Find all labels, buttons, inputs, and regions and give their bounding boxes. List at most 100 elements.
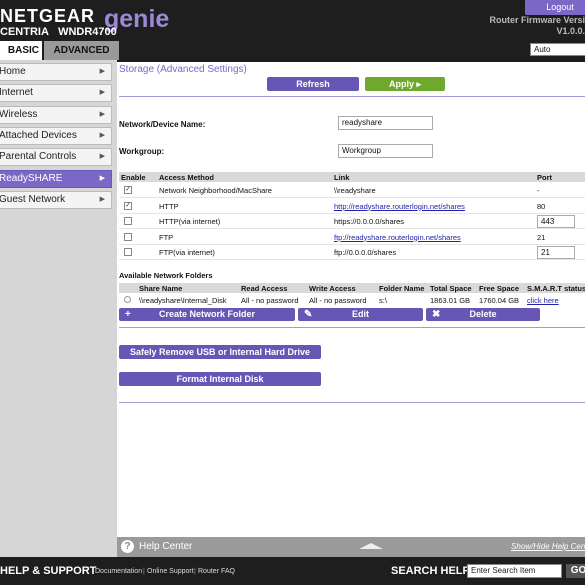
chevron-right-icon: ▶ [99, 174, 105, 182]
table-row: ✓ Network Neighborhood/MacShare \\readysha… [119, 183, 585, 198]
language-select[interactable]: Auto [530, 43, 585, 56]
port-value: 80 [537, 201, 546, 211]
search-go-button[interactable]: GO [566, 564, 585, 578]
table-row: HTTP(via internet) https://0.0.0.0/shares… [119, 214, 585, 229]
smart-status-link[interactable]: click here [527, 296, 559, 305]
help-icon[interactable]: ? [121, 540, 134, 553]
tab-advanced[interactable]: ADVANCED [44, 41, 119, 60]
delete-label: Delete [469, 309, 497, 319]
header-smart-status: S.M.A.R.T status [527, 284, 585, 293]
sidebar-item-label: Guest Network [0, 193, 66, 205]
sidebar-item-readyshare[interactable]: ReadySHARE ▶ [0, 169, 112, 188]
header-port: Port [537, 173, 552, 182]
firmware-label: Router Firmware Versi [489, 15, 585, 25]
separator: | [194, 568, 196, 575]
access-link: https://0.0.0.0/shares [334, 217, 405, 226]
delete-button[interactable]: ✖ Delete [426, 308, 540, 321]
access-link: ftp://0.0.0.0/shares [334, 248, 397, 257]
access-method-name: HTTP(via internet) [159, 217, 221, 226]
enable-checkbox[interactable] [124, 232, 132, 241]
chevron-up-icon[interactable] [359, 543, 383, 549]
search-help-input[interactable]: Enter Search Item [467, 564, 562, 578]
separator: | [143, 568, 145, 575]
main-content: Storage (Advanced Settings) Refresh Appl… [117, 60, 585, 537]
chevron-right-icon: ▶ [99, 195, 105, 203]
enable-checkbox[interactable] [124, 248, 132, 256]
header-write-access: Write Access [309, 284, 356, 293]
folder-name: s:\ [379, 296, 387, 305]
share-name: \\readyshare\Internal_Disk [139, 296, 227, 305]
header-folder-name: Folder Name [379, 284, 425, 293]
format-disk-button[interactable]: Format Internal Disk [119, 372, 321, 386]
help-support-title: HELP & SUPPORT [0, 565, 97, 577]
help-center-bar[interactable]: ? Help Center Show/Hide Help Cent [117, 537, 585, 557]
sidebar-item-wireless[interactable]: Wireless ▶ [0, 105, 112, 124]
table-row: FTP ftp://readyshare.routerlogin.net/shar… [119, 230, 585, 245]
header: NETGEAR genie CENTRIA WNDR4700 Logout Rou… [0, 0, 585, 62]
divider [119, 402, 585, 403]
free-space: 1760.04 GB [479, 296, 520, 305]
brand-netgear-text: NETGEAR [0, 6, 96, 26]
total-space: 1863.01 GB [430, 296, 471, 305]
device-name-label: Network/Device Name: [119, 120, 206, 129]
documentation-link[interactable]: Documentation [95, 568, 142, 575]
apply-button[interactable]: Apply ▸ [365, 77, 445, 91]
create-folder-label: Create Network Folder [158, 309, 256, 319]
table-row: ✓ HTTP http://readyshare.routerlogin.net/s… [119, 199, 585, 214]
edit-button[interactable]: ✎ Edit [298, 308, 423, 321]
logout-button[interactable]: Logout [525, 0, 585, 15]
model-name: WNDR4700 [58, 26, 117, 38]
netgear-logo: NETGEAR genie [0, 5, 169, 33]
enable-checkbox[interactable]: ✓ [124, 186, 132, 194]
header-share-name: Share Name [139, 284, 183, 293]
access-method-name: HTTP [159, 201, 179, 211]
header-link: Link [334, 173, 350, 182]
show-hide-help-link[interactable]: Show/Hide Help Cent [511, 542, 585, 551]
online-support-link[interactable]: Online Support [147, 568, 194, 575]
sidebar-item-label: Attached Devices [0, 129, 77, 141]
sidebar-item-internet[interactable]: Internet ▶ [0, 84, 112, 103]
create-folder-button[interactable]: + Create Network Folder [119, 308, 295, 321]
chevron-right-icon: ▶ [99, 131, 105, 139]
chevron-right-icon: ▶ [99, 153, 105, 161]
enable-checkbox[interactable] [124, 217, 132, 225]
read-access: All - no password [241, 296, 299, 305]
header-read-access: Read Access [241, 284, 288, 293]
sidebar-item-guest-network[interactable]: Guest Network ▶ [0, 190, 112, 209]
divider [119, 96, 585, 97]
sidebar-item-parental-controls[interactable]: Parental Controls ▶ [0, 148, 112, 167]
access-method-header: Enable Access Method Link Port [119, 172, 585, 182]
sidebar-item-attached-devices[interactable]: Attached Devices ▶ [0, 126, 112, 145]
port-input[interactable]: 21 [537, 246, 575, 259]
safely-remove-button[interactable]: Safely Remove USB or Internal Hard Drive [119, 345, 321, 359]
arrow-right-icon: ▸ [416, 79, 422, 89]
chevron-right-icon: ▶ [99, 89, 105, 97]
table-row[interactable]: \\readyshare\Internal_Disk All - no passw… [119, 293, 585, 308]
sidebar-item-label: Parental Controls [0, 151, 77, 163]
workgroup-input[interactable]: Workgroup [338, 144, 433, 158]
tab-basic[interactable]: BASIC [0, 41, 42, 60]
help-center-title: Help Center [139, 541, 193, 552]
access-method-name: FTP [159, 232, 174, 242]
refresh-button[interactable]: Refresh [267, 77, 359, 91]
access-link[interactable]: ftp://readyshare.routerlogin.net/shares [334, 233, 461, 242]
workgroup-label: Workgroup: [119, 147, 165, 156]
folder-radio[interactable] [124, 296, 131, 303]
folders-title: Available Network Folders [119, 271, 213, 280]
page-title: Storage (Advanced Settings) [119, 64, 247, 75]
device-name-input[interactable]: readyshare [338, 116, 433, 130]
footer: HELP & SUPPORT Documentation | Online Su… [0, 557, 585, 585]
header-enable: Enable [121, 173, 146, 182]
port-input[interactable]: 443 [537, 215, 575, 228]
router-faq-link[interactable]: Router FAQ [198, 568, 235, 575]
chevron-right-icon: ▶ [99, 68, 105, 75]
apply-label: Apply [388, 79, 414, 89]
header-free-space: Free Space [479, 284, 520, 293]
sidebar-item-label: Wireless [0, 108, 38, 120]
access-link: \\readyshare [334, 186, 376, 195]
header-total-space: Total Space [430, 284, 472, 293]
enable-checkbox[interactable]: ✓ [124, 201, 132, 210]
sidebar-item-home[interactable]: Home ▶ [0, 63, 112, 81]
folders-header: Share Name Read Access Write Access Fold… [119, 283, 585, 293]
access-link[interactable]: http://readyshare.routerlogin.net/shares [334, 202, 465, 211]
